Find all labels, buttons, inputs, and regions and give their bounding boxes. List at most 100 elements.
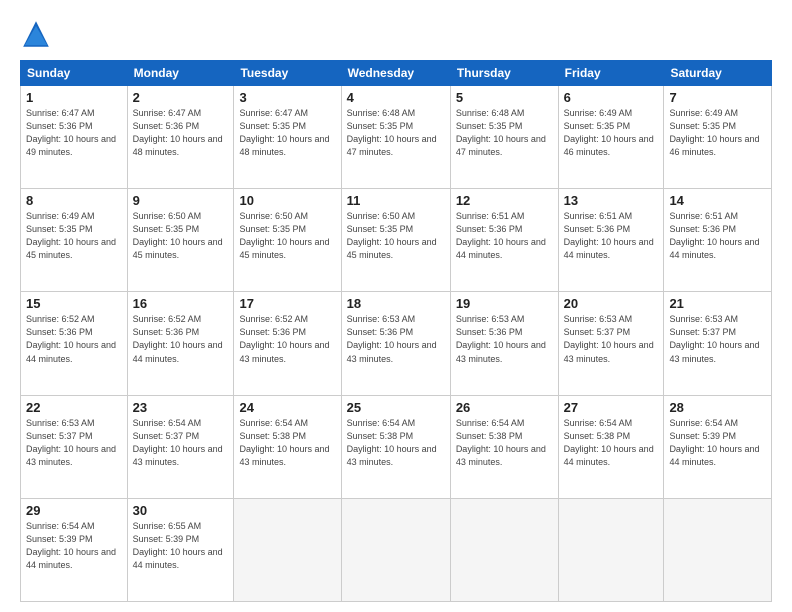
day-number: 7 — [669, 90, 766, 105]
day-number: 3 — [239, 90, 335, 105]
col-header-sunday: Sunday — [21, 61, 128, 86]
day-cell: 11Sunrise: 6:50 AMSunset: 5:35 PMDayligh… — [341, 189, 450, 292]
day-cell: 9 Sunrise: 6:50 AMSunset: 5:35 PMDaylight… — [127, 189, 234, 292]
day-number: 27 — [564, 400, 659, 415]
day-cell: 13 Sunrise: 6:51 AMSunset: 5:36 PMDayligh… — [558, 189, 664, 292]
day-info: Sunrise: 6:54 AMSunset: 5:38 PMDaylight:… — [347, 417, 445, 469]
day-number: 15 — [26, 296, 122, 311]
day-number: 21 — [669, 296, 766, 311]
day-cell: 6 Sunrise: 6:49 AMSunset: 5:35 PMDaylight… — [558, 86, 664, 189]
day-cell: 28Sunrise: 6:54 AMSunset: 5:39 PMDayligh… — [664, 395, 772, 498]
col-header-wednesday: Wednesday — [341, 61, 450, 86]
day-cell: 25 Sunrise: 6:54 AMSunset: 5:38 PMDayligh… — [341, 395, 450, 498]
day-number: 6 — [564, 90, 659, 105]
day-cell: 27 Sunrise: 6:54 AMSunset: 5:38 PMDayligh… — [558, 395, 664, 498]
page: SundayMondayTuesdayWednesdayThursdayFrid… — [0, 0, 792, 612]
week-row-5: 29Sunrise: 6:54 AMSunset: 5:39 PMDayligh… — [21, 498, 772, 601]
day-number: 13 — [564, 193, 659, 208]
day-cell: 1 Sunrise: 6:47 AMSunset: 5:36 PMDaylight… — [21, 86, 128, 189]
day-info: Sunrise: 6:49 AMSunset: 5:35 PMDaylight:… — [564, 107, 659, 159]
day-number: 14 — [669, 193, 766, 208]
day-info: Sunrise: 6:50 AMSunset: 5:35 PMDaylight:… — [133, 210, 229, 262]
day-cell: 26 Sunrise: 6:54 AMSunset: 5:38 PMDayligh… — [450, 395, 558, 498]
week-row-2: 8Sunrise: 6:49 AMSunset: 5:35 PMDaylight… — [21, 189, 772, 292]
day-info: Sunrise: 6:54 AMSunset: 5:38 PMDaylight:… — [564, 417, 659, 469]
day-cell — [234, 498, 341, 601]
day-number: 24 — [239, 400, 335, 415]
day-number: 29 — [26, 503, 122, 518]
day-info: Sunrise: 6:47 AMSunset: 5:35 PMDaylight:… — [239, 107, 335, 159]
day-number: 12 — [456, 193, 553, 208]
day-info: Sunrise: 6:47 AMSunset: 5:36 PMDaylight:… — [133, 107, 229, 159]
day-number: 1 — [26, 90, 122, 105]
day-cell: 8Sunrise: 6:49 AMSunset: 5:35 PMDaylight… — [21, 189, 128, 292]
header — [20, 18, 772, 50]
day-cell: 4 Sunrise: 6:48 AMSunset: 5:35 PMDaylight… — [341, 86, 450, 189]
week-row-4: 22 Sunrise: 6:53 AMSunset: 5:37 PMDayligh… — [21, 395, 772, 498]
week-row-1: 1 Sunrise: 6:47 AMSunset: 5:36 PMDaylight… — [21, 86, 772, 189]
day-cell: 10Sunrise: 6:50 AMSunset: 5:35 PMDayligh… — [234, 189, 341, 292]
day-info: Sunrise: 6:50 AMSunset: 5:35 PMDaylight:… — [347, 210, 445, 262]
day-info: Sunrise: 6:54 AMSunset: 5:38 PMDaylight:… — [239, 417, 335, 469]
day-number: 22 — [26, 400, 122, 415]
col-header-thursday: Thursday — [450, 61, 558, 86]
day-number: 9 — [133, 193, 229, 208]
day-info: Sunrise: 6:51 AMSunset: 5:36 PMDaylight:… — [564, 210, 659, 262]
col-header-friday: Friday — [558, 61, 664, 86]
day-info: Sunrise: 6:48 AMSunset: 5:35 PMDaylight:… — [347, 107, 445, 159]
day-info: Sunrise: 6:55 AMSunset: 5:39 PMDaylight:… — [133, 520, 229, 572]
day-cell: 17 Sunrise: 6:52 AMSunset: 5:36 PMDayligh… — [234, 292, 341, 395]
day-cell: 3 Sunrise: 6:47 AMSunset: 5:35 PMDaylight… — [234, 86, 341, 189]
day-number: 26 — [456, 400, 553, 415]
col-header-saturday: Saturday — [664, 61, 772, 86]
day-cell: 16 Sunrise: 6:52 AMSunset: 5:36 PMDayligh… — [127, 292, 234, 395]
col-header-monday: Monday — [127, 61, 234, 86]
day-cell: 15 Sunrise: 6:52 AMSunset: 5:36 PMDayligh… — [21, 292, 128, 395]
day-cell: 21 Sunrise: 6:53 AMSunset: 5:37 PMDayligh… — [664, 292, 772, 395]
day-info: Sunrise: 6:54 AMSunset: 5:38 PMDaylight:… — [456, 417, 553, 469]
day-cell: 29Sunrise: 6:54 AMSunset: 5:39 PMDayligh… — [21, 498, 128, 601]
day-number: 10 — [239, 193, 335, 208]
day-info: Sunrise: 6:52 AMSunset: 5:36 PMDaylight:… — [239, 313, 335, 365]
day-number: 2 — [133, 90, 229, 105]
day-number: 5 — [456, 90, 553, 105]
day-number: 20 — [564, 296, 659, 311]
day-number: 25 — [347, 400, 445, 415]
col-header-tuesday: Tuesday — [234, 61, 341, 86]
day-info: Sunrise: 6:54 AMSunset: 5:39 PMDaylight:… — [669, 417, 766, 469]
day-number: 4 — [347, 90, 445, 105]
day-info: Sunrise: 6:53 AMSunset: 5:37 PMDaylight:… — [669, 313, 766, 365]
day-number: 18 — [347, 296, 445, 311]
calendar-table: SundayMondayTuesdayWednesdayThursdayFrid… — [20, 60, 772, 602]
day-cell: 18 Sunrise: 6:53 AMSunset: 5:36 PMDayligh… — [341, 292, 450, 395]
day-cell: 24 Sunrise: 6:54 AMSunset: 5:38 PMDayligh… — [234, 395, 341, 498]
day-info: Sunrise: 6:54 AMSunset: 5:37 PMDaylight:… — [133, 417, 229, 469]
day-info: Sunrise: 6:52 AMSunset: 5:36 PMDaylight:… — [133, 313, 229, 365]
day-number: 16 — [133, 296, 229, 311]
day-cell: 20 Sunrise: 6:53 AMSunset: 5:37 PMDayligh… — [558, 292, 664, 395]
logo — [20, 18, 56, 50]
day-cell: 22 Sunrise: 6:53 AMSunset: 5:37 PMDayligh… — [21, 395, 128, 498]
day-cell: 14 Sunrise: 6:51 AMSunset: 5:36 PMDayligh… — [664, 189, 772, 292]
day-number: 23 — [133, 400, 229, 415]
day-info: Sunrise: 6:53 AMSunset: 5:37 PMDaylight:… — [26, 417, 122, 469]
day-info: Sunrise: 6:51 AMSunset: 5:36 PMDaylight:… — [669, 210, 766, 262]
day-info: Sunrise: 6:53 AMSunset: 5:36 PMDaylight:… — [456, 313, 553, 365]
day-number: 30 — [133, 503, 229, 518]
header-row: SundayMondayTuesdayWednesdayThursdayFrid… — [21, 61, 772, 86]
day-info: Sunrise: 6:49 AMSunset: 5:35 PMDaylight:… — [669, 107, 766, 159]
day-cell: 19Sunrise: 6:53 AMSunset: 5:36 PMDayligh… — [450, 292, 558, 395]
day-number: 17 — [239, 296, 335, 311]
day-cell: 12 Sunrise: 6:51 AMSunset: 5:36 PMDayligh… — [450, 189, 558, 292]
day-info: Sunrise: 6:52 AMSunset: 5:36 PMDaylight:… — [26, 313, 122, 365]
day-cell: 23 Sunrise: 6:54 AMSunset: 5:37 PMDayligh… — [127, 395, 234, 498]
day-info: Sunrise: 6:47 AMSunset: 5:36 PMDaylight:… — [26, 107, 122, 159]
day-cell: 2 Sunrise: 6:47 AMSunset: 5:36 PMDaylight… — [127, 86, 234, 189]
day-info: Sunrise: 6:51 AMSunset: 5:36 PMDaylight:… — [456, 210, 553, 262]
day-info: Sunrise: 6:48 AMSunset: 5:35 PMDaylight:… — [456, 107, 553, 159]
day-info: Sunrise: 6:53 AMSunset: 5:37 PMDaylight:… — [564, 313, 659, 365]
day-info: Sunrise: 6:49 AMSunset: 5:35 PMDaylight:… — [26, 210, 122, 262]
day-cell: 7 Sunrise: 6:49 AMSunset: 5:35 PMDaylight… — [664, 86, 772, 189]
day-cell — [558, 498, 664, 601]
day-info: Sunrise: 6:53 AMSunset: 5:36 PMDaylight:… — [347, 313, 445, 365]
